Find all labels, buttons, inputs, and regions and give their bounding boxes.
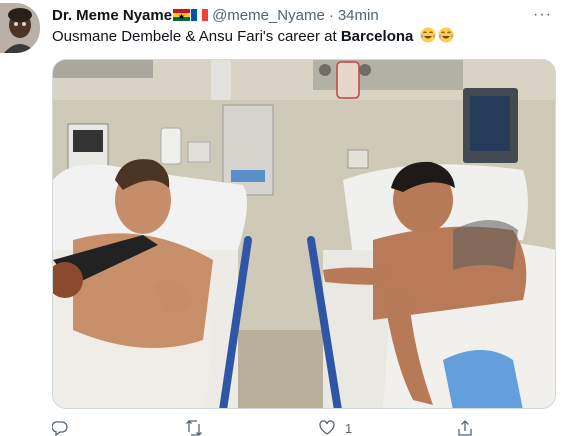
author-handle[interactable]: @meme_Nyame <box>212 7 325 24</box>
more-options-icon[interactable]: ··· <box>533 6 552 24</box>
heart-icon <box>319 420 335 435</box>
tweet-text: Ousmane Dembele & Ansu Fari's career at … <box>52 27 454 45</box>
retweet-button[interactable] <box>186 420 212 436</box>
retweet-icon <box>186 420 202 436</box>
ghana-flag-icon <box>173 8 191 21</box>
tweet-actions: 1 <box>52 420 512 436</box>
tweet-image[interactable] <box>52 59 556 409</box>
like-button[interactable]: 1 <box>319 420 352 436</box>
avatar[interactable] <box>0 3 40 53</box>
author-name[interactable]: Dr. Meme Nyame <box>52 7 172 24</box>
joy-emoji-icon <box>438 27 454 43</box>
share-icon <box>458 420 472 436</box>
separator-dot: · <box>328 6 334 24</box>
timestamp[interactable]: 34min <box>338 7 379 24</box>
france-flag-icon <box>191 8 209 21</box>
tweet-text-part: Ousmane Dembele & Ansu Fari's career at <box>52 28 341 45</box>
tweet-header: Dr. Meme Nyame @meme_Nyame · 34min <box>52 5 554 25</box>
reply-button[interactable] <box>52 420 78 436</box>
tweet-text-bold: Barcelona <box>340 28 414 45</box>
joy-emoji-icon <box>420 27 436 43</box>
like-count: 1 <box>345 420 353 436</box>
share-button[interactable] <box>457 420 483 436</box>
reply-icon <box>52 421 68 436</box>
